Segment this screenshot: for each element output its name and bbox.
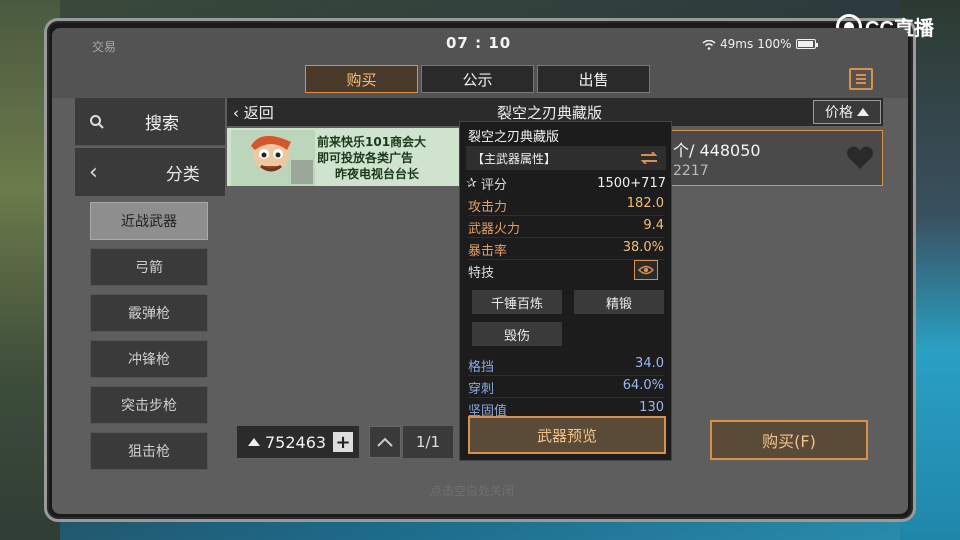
ad-banner[interactable]: 前来快乐101商会大 即可投放各类广告 昨夜电视台台长 [227, 128, 467, 186]
tab-buy[interactable]: 购买 [305, 65, 418, 93]
wifi-icon [702, 39, 716, 50]
category-toggle[interactable]: ‹ 分类 [75, 148, 225, 196]
chevron-up-icon [377, 437, 393, 447]
market-tabs: 购买 公示 出售 [305, 65, 650, 93]
currency-amount: 752463 [265, 432, 327, 452]
swap-icon[interactable] [640, 152, 658, 164]
stat-name: 攻击力 [468, 200, 508, 215]
category-label: 分类 [165, 164, 200, 185]
stat-pierce: 穿刺 64.0% [468, 378, 664, 398]
skill-label: 特技 [468, 265, 495, 281]
search-button[interactable]: 搜索 [75, 98, 225, 146]
ad-line-3: 昨夜电视台台长 [335, 167, 420, 181]
chevron-left-icon: ‹ [89, 159, 98, 185]
score-label: 评分 [480, 177, 507, 193]
ad-line-1: 前来快乐101商会大 [317, 135, 427, 149]
stat-value: 34.0 [635, 356, 664, 371]
status-indicators: 49ms 100% [702, 37, 818, 51]
skill-button[interactable]: 千锤百炼 [472, 290, 562, 314]
search-icon [89, 114, 105, 130]
status-ping: 49ms [720, 37, 754, 51]
add-currency-button[interactable]: + [333, 432, 353, 453]
stat-block: 格挡 34.0 [468, 356, 664, 376]
weapon-preview-button[interactable]: 武器预览 [468, 416, 666, 454]
sidebar: 搜索 ‹ 分类 近战武器 弓箭 霰弹枪 冲锋枪 突击步枪 狙击枪 [75, 98, 225, 488]
category-smg[interactable]: 冲锋枪 [90, 340, 208, 378]
skill-row: 特技 [468, 260, 664, 282]
heart-icon[interactable] [846, 145, 874, 171]
stat-name: 格挡 [468, 360, 495, 375]
battery-icon [795, 39, 818, 49]
ad-line-2: 即可投放各类广告 [317, 151, 414, 165]
status-battery-text: 100% [757, 37, 792, 51]
ad-text: 前来快乐101商会大 即可投放各类广告 昨夜电视台台长 [317, 134, 426, 182]
tab-announce[interactable]: 公示 [421, 65, 534, 93]
close-hint: 点击空白处关闭 [430, 484, 515, 498]
rating-star-icon: ✰ [466, 175, 477, 191]
stat-firepower: 武器火力 9.4 [468, 218, 664, 238]
score-row: ✰ 评分 1500+717 [466, 172, 666, 194]
stat-name: 暴击率 [468, 244, 508, 259]
category-melee[interactable]: 近战武器 [90, 202, 208, 240]
weapon-attribute-header: 【主武器属性】 [466, 146, 666, 170]
status-app-name: 交易 [92, 40, 117, 54]
stat-value: 9.4 [643, 218, 664, 233]
sort-up-icon [857, 108, 869, 116]
listing-price: 个/ 448050 [673, 141, 761, 160]
eye-icon[interactable] [634, 260, 658, 280]
item-title: 裂空之刃典藏版 [497, 104, 603, 122]
stat-name: 穿刺 [468, 382, 495, 397]
stat-attack: 攻击力 182.0 [468, 196, 664, 216]
category-list: 近战武器 弓箭 霰弹枪 冲锋枪 突击步枪 狙击枪 [90, 202, 208, 478]
category-assault-rifle[interactable]: 突击步枪 [90, 386, 208, 424]
stat-value: 64.0% [622, 378, 664, 393]
stat-value: 182.0 [626, 196, 664, 211]
buy-button[interactable]: 购买(F) [710, 420, 868, 460]
sort-label: 价格 [825, 105, 853, 121]
back-label: 返回 [243, 104, 274, 122]
stat-value: 38.0% [622, 240, 664, 255]
category-bow[interactable]: 弓箭 [90, 248, 208, 286]
page-indicator: 1/1 [403, 426, 453, 458]
listing-quantity: 2217 [673, 163, 709, 179]
search-label: 搜索 [145, 114, 179, 134]
clipboard-icon[interactable] [849, 68, 873, 90]
status-time: 07 : 10 [446, 34, 512, 52]
price-sort-button[interactable]: 价格 [813, 100, 881, 124]
item-detail-popup: 裂空之刃典藏版 【主武器属性】 ✰ 评分 1500+717 攻击力 182.0 … [459, 121, 672, 461]
skill-button[interactable]: 精锻 [574, 290, 664, 314]
category-sniper[interactable]: 狙击枪 [90, 432, 208, 470]
skill-button[interactable]: 毁伤 [472, 322, 562, 346]
popup-title: 裂空之刃典藏版 [468, 130, 560, 145]
page-up-button[interactable] [369, 426, 401, 458]
back-button[interactable]: ‹ 返回 [233, 102, 274, 123]
score-value: 1500+717 [597, 175, 666, 191]
currency-icon [248, 438, 260, 446]
attribute-label: 【主武器属性】 [472, 151, 557, 166]
stat-name: 武器火力 [468, 222, 521, 237]
tab-sell[interactable]: 出售 [537, 65, 650, 93]
stat-crit-rate: 暴击率 38.0% [468, 240, 664, 260]
mascot-image [231, 130, 315, 186]
category-shotgun[interactable]: 霰弹枪 [90, 294, 208, 332]
